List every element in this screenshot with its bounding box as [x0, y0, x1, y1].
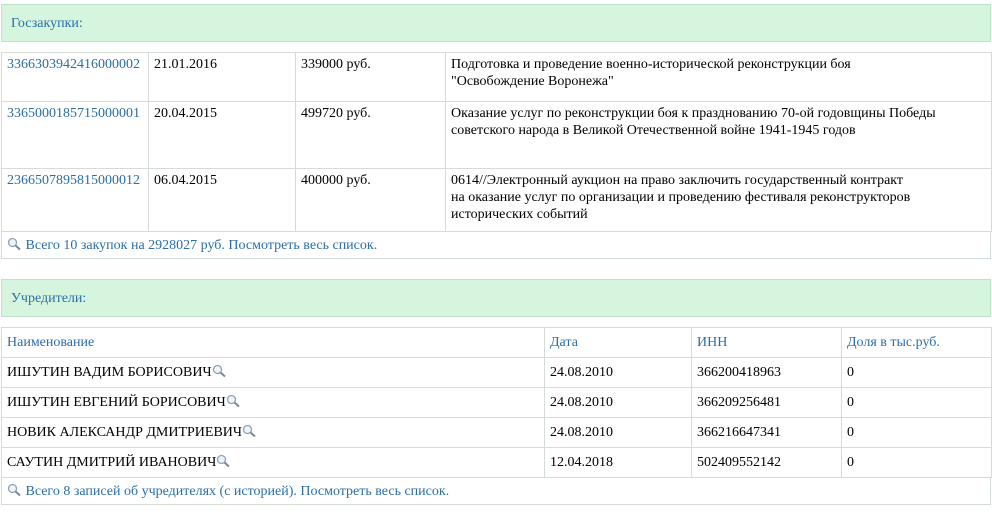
- founder-share: 0: [841, 417, 992, 448]
- purchase-number-link[interactable]: 3365000185715000001: [7, 106, 140, 121]
- purchase-date: 21.01.2016: [148, 52, 296, 102]
- magnifier-icon[interactable]: [242, 423, 257, 438]
- purchase-sum: 400000 руб.: [295, 168, 446, 232]
- column-header-name: Наименование: [1, 327, 545, 358]
- magnifier-icon[interactable]: [212, 363, 227, 378]
- founder-name: ИШУТИН ВАДИМ БОРИСОВИЧ: [7, 365, 212, 380]
- page: Госзакупки: 3366303942416000002 21.01.20…: [1, 4, 992, 505]
- founder-date: 24.08.2010: [544, 417, 692, 448]
- table-row: НОВИК АЛЕКСАНДР ДМИТРИЕВИЧ 24.08.2010 36…: [1, 417, 992, 448]
- goszakupki-summary: Всего 10 закупок на 2928027 руб. Посмотр…: [1, 232, 991, 259]
- purchase-date: 06.04.2015: [148, 168, 296, 232]
- founders-section-title: Учредители:: [1, 279, 991, 317]
- purchase-number-link[interactable]: 3366303942416000002: [7, 57, 140, 72]
- table-row: ИШУТИН ЕВГЕНИЙ БОРИСОВИЧ 24.08.2010 3662…: [1, 387, 992, 418]
- purchase-number-link[interactable]: 2366507895815000012: [7, 173, 140, 188]
- founder-inn: 366209256481: [691, 387, 842, 418]
- table-row: 3365000185715000001 20.04.2015 499720 ру…: [1, 101, 992, 169]
- founder-date: 24.08.2010: [544, 357, 692, 388]
- founder-inn: 366200418963: [691, 357, 842, 388]
- magnifier-icon: [7, 480, 22, 497]
- column-header-share: Доля в тыс.руб.: [841, 327, 992, 358]
- founder-inn: 502409552142: [691, 447, 842, 478]
- table-row: 3366303942416000002 21.01.2016 339000 ру…: [1, 52, 992, 102]
- purchase-description: Оказание услуг по реконструкции боя к пр…: [445, 101, 992, 169]
- magnifier-icon[interactable]: [226, 393, 241, 408]
- purchase-sum: 499720 руб.: [295, 101, 446, 169]
- founder-name: НОВИК АЛЕКСАНДР ДМИТРИЕВИЧ: [7, 425, 243, 440]
- founder-name: САУТИН ДМИТРИЙ ИВАНОВИЧ: [7, 455, 217, 470]
- goszakupki-section-title: Госзакупки:: [1, 4, 991, 42]
- column-header-inn: ИНН: [691, 327, 842, 358]
- founder-date: 24.08.2010: [544, 387, 692, 418]
- founder-inn: 366216647341: [691, 417, 842, 448]
- founders-header-row: Наименование Дата ИНН Доля в тыс.руб.: [1, 327, 992, 358]
- founders-summary: Всего 8 записей об учредителях (с истори…: [1, 478, 991, 505]
- purchase-description: Подготовка и проведение военно-историчес…: [445, 52, 992, 102]
- table-row: ИШУТИН ВАДИМ БОРИСОВИЧ 24.08.2010 366200…: [1, 357, 992, 388]
- column-header-date: Дата: [544, 327, 692, 358]
- magnifier-icon[interactable]: [216, 453, 231, 468]
- table-row: 2366507895815000012 06.04.2015 400000 ру…: [1, 168, 992, 232]
- founder-name: ИШУТИН ЕВГЕНИЙ БОРИСОВИЧ: [7, 395, 226, 410]
- founders-view-all-link[interactable]: Всего 8 записей об учредителях (с истори…: [26, 484, 450, 499]
- founder-share: 0: [841, 357, 992, 388]
- purchase-description: 0614//Электронный аукцион на право заклю…: [445, 168, 992, 232]
- goszakupki-table: 3366303942416000002 21.01.2016 339000 ру…: [1, 52, 992, 232]
- founder-share: 0: [841, 447, 992, 478]
- purchase-sum: 339000 руб.: [295, 52, 446, 102]
- founder-share: 0: [841, 387, 992, 418]
- table-row: САУТИН ДМИТРИЙ ИВАНОВИЧ 12.04.2018 50240…: [1, 447, 992, 478]
- goszakupki-view-all-link[interactable]: Всего 10 закупок на 2928027 руб. Посмотр…: [26, 238, 378, 253]
- magnifier-icon: [7, 234, 22, 251]
- founders-table: Наименование Дата ИНН Доля в тыс.руб. ИШ…: [1, 327, 992, 478]
- founder-date: 12.04.2018: [544, 447, 692, 478]
- purchase-date: 20.04.2015: [148, 101, 296, 169]
